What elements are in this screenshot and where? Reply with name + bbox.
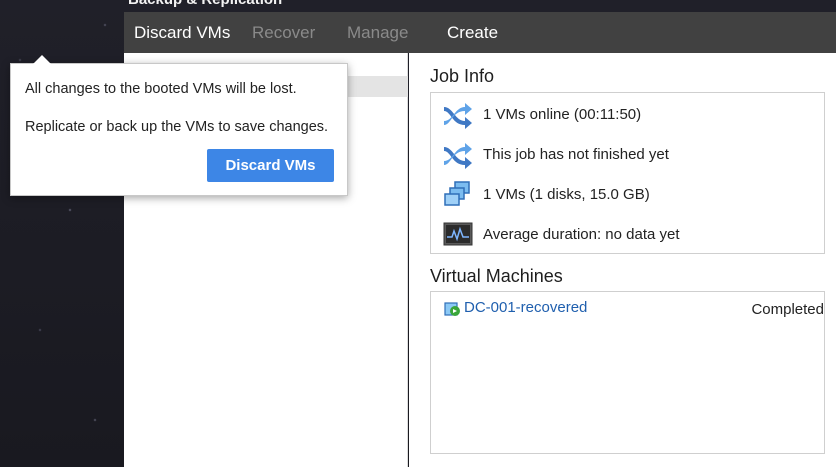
- replication-icon: [441, 137, 475, 171]
- virtual-machines-title: Virtual Machines: [430, 266, 563, 286]
- discard-vms-popup: All changes to the booted VMs will be lo…: [10, 55, 348, 196]
- job-info-box: 1 VMs online (00:11:50) This job has not…: [430, 92, 825, 254]
- vm-status-text: Completed: [751, 301, 824, 318]
- popup-message-line2: Replicate or back up the VMs to save cha…: [25, 119, 329, 135]
- job-info-title: Job Info: [430, 66, 495, 86]
- job-info-text: 1 VMs online (00:11:50): [483, 105, 642, 123]
- job-info-row: 1 VMs (1 disks, 15.0 GB): [431, 177, 650, 211]
- vm-stack-icon: [441, 177, 475, 211]
- job-info-row: Average duration: no data yet: [431, 217, 680, 251]
- job-info-row: 1 VMs online (00:11:50): [431, 97, 641, 131]
- popup-message-line1: All changes to the booted VMs will be lo…: [25, 81, 297, 97]
- menu-discard-vms[interactable]: Discard VMs: [134, 12, 230, 53]
- vm-recovered-icon: [443, 300, 461, 318]
- discard-vms-button[interactable]: Discard VMs: [207, 149, 334, 182]
- vm-name-link[interactable]: DC-001-recovered: [464, 299, 587, 316]
- replication-icon: [441, 97, 475, 131]
- vm-list-row[interactable]: DC-001-recovered Completed: [431, 298, 824, 320]
- menu-recover[interactable]: Recover: [252, 12, 315, 53]
- popup-pointer: [33, 55, 51, 64]
- monitor-chart-icon: [441, 217, 475, 251]
- job-info-text: This job has not finished yet: [483, 145, 669, 163]
- menu-manage[interactable]: Manage: [347, 12, 408, 53]
- menu-create[interactable]: Create: [447, 12, 498, 53]
- job-info-text: Average duration: no data yet: [483, 225, 680, 243]
- ribbon-menubar: Discard VMs Recover Manage Create: [124, 12, 836, 53]
- job-info-row: This job has not finished yet: [431, 137, 669, 171]
- virtual-machines-box: DC-001-recovered Completed: [430, 291, 825, 454]
- app-title: Backup & Replication: [128, 0, 282, 8]
- job-info-text: 1 VMs (1 disks, 15.0 GB): [483, 185, 650, 203]
- details-pane: Job Info 1 VMs online (00:11:50) This jo…: [409, 53, 836, 467]
